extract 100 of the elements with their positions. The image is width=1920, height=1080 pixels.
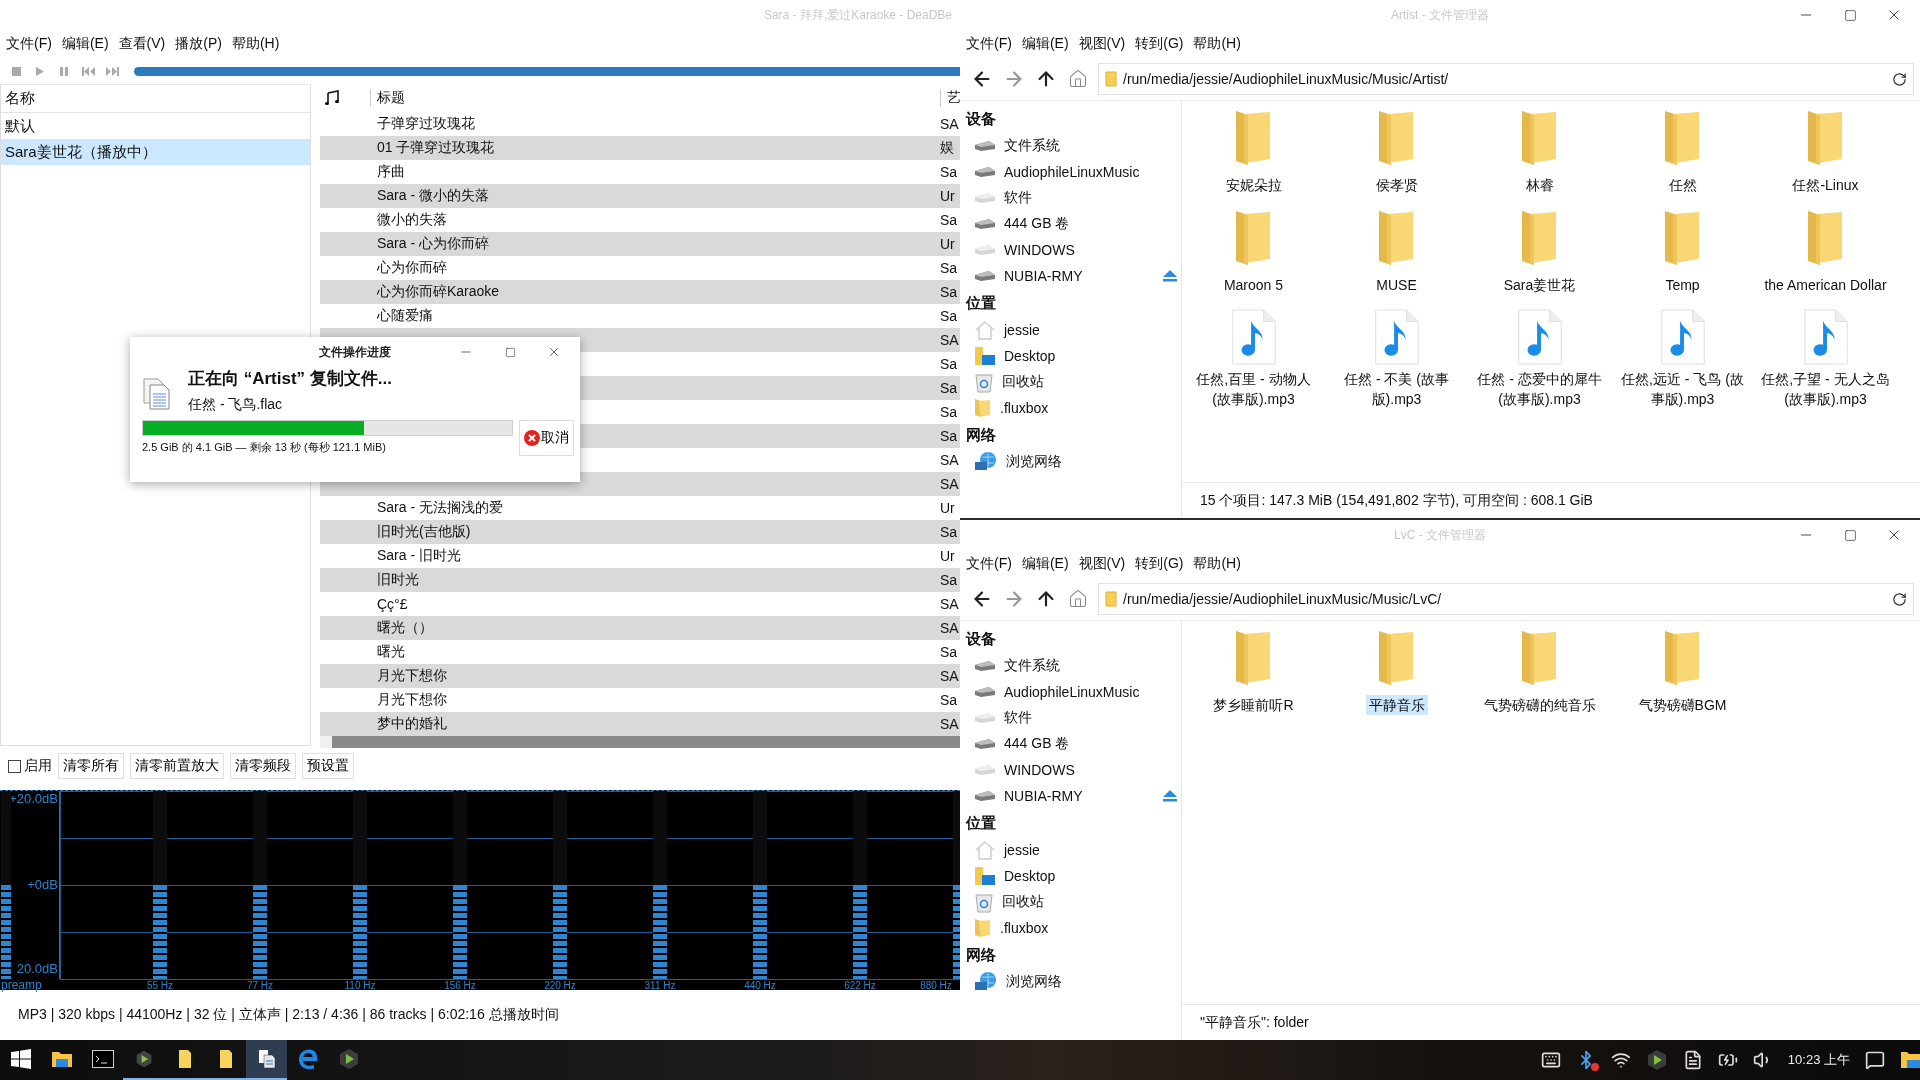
menu-item[interactable]: 文件(F) — [966, 35, 1012, 53]
browser-icon[interactable] — [296, 1048, 319, 1070]
eq-button[interactable]: 清零所有 — [58, 753, 124, 779]
file-name[interactable]: 安妮朵拉 — [1222, 175, 1285, 195]
maximize-icon[interactable] — [504, 346, 516, 358]
menu-item[interactable]: 编辑(E) — [1021, 555, 1069, 573]
maximize-icon[interactable] — [1843, 528, 1857, 542]
documents-icon[interactable] — [257, 1049, 276, 1069]
file-name[interactable]: 任然 - 恋爱中的犀牛 (故事版).mp3 — [1469, 369, 1610, 409]
eq-slider-fill[interactable] — [1, 885, 11, 979]
sidebar-item[interactable]: 回收站 — [966, 369, 1181, 395]
play-icon[interactable] — [337, 1048, 360, 1070]
eject-icon[interactable] — [1163, 270, 1177, 282]
address-field[interactable]: /run/media/jessie/AudiophileLinuxMusic/Music/LvC/ — [1098, 583, 1914, 615]
taskbar-app[interactable] — [246, 1040, 287, 1080]
sidebar-item[interactable]: jessie — [966, 837, 1181, 863]
sidebar-item[interactable]: 回收站 — [966, 889, 1181, 915]
file-name[interactable]: 林睿 — [1522, 175, 1557, 195]
file-name[interactable]: Sara姜世花 — [1500, 275, 1579, 295]
menu-item[interactable]: 编辑(E) — [61, 35, 109, 53]
eq-slider-fill[interactable] — [453, 885, 467, 979]
file-name[interactable]: 气势磅礴BGM — [1635, 695, 1730, 715]
play-icon[interactable] — [134, 1050, 153, 1068]
file-name[interactable]: Maroon 5 — [1220, 275, 1287, 295]
menu-item[interactable]: 播放(P) — [175, 35, 222, 53]
playlist-item[interactable]: 默认 — [1, 113, 310, 139]
clock[interactable]: 10:23 上午 — [1787, 1051, 1850, 1069]
audio-file-icon[interactable] — [1659, 309, 1706, 365]
sidebar-item[interactable]: NUBIA-RMY — [966, 783, 1181, 809]
eq-slider-track[interactable] — [853, 791, 867, 979]
file-name[interactable]: 任然,远近 - 飞鸟 (故事版).mp3 — [1612, 369, 1753, 409]
sidebar-item[interactable]: 444 GB 卷 — [966, 731, 1181, 757]
sidebar-item[interactable]: WINDOWS — [966, 237, 1181, 263]
menu-item[interactable]: 查看(V) — [118, 35, 166, 53]
file-name[interactable]: MUSE — [1373, 275, 1420, 295]
sidebar-item[interactable]: Desktop — [966, 343, 1181, 369]
sidebar-item[interactable]: AudiophileLinuxMusic — [966, 679, 1181, 705]
eq-slider-fill[interactable] — [353, 885, 367, 979]
eq-slider-track[interactable] — [253, 791, 267, 979]
eq-slider-fill[interactable] — [753, 885, 767, 979]
eq-button[interactable]: 预设置 — [302, 753, 354, 779]
sidebar-item[interactable]: 浏览网络 — [966, 969, 1181, 995]
audio-file-icon[interactable] — [1373, 309, 1420, 365]
file-name[interactable]: 任然,百里 - 动物人 (故事版).mp3 — [1183, 369, 1324, 409]
menu-item[interactable]: 帮助(H) — [1193, 555, 1241, 573]
eq-slider-fill[interactable] — [653, 885, 667, 979]
start-icon[interactable] — [10, 1049, 31, 1069]
file-name[interactable]: 任然 — [1665, 175, 1700, 195]
sidebar-item[interactable]: 软件 — [966, 705, 1181, 731]
file-name[interactable]: Temp — [1662, 275, 1703, 295]
sidebar-item[interactable]: WINDOWS — [966, 757, 1181, 783]
eq-slider-fill[interactable] — [553, 885, 567, 979]
folder-icon[interactable] — [50, 1049, 73, 1069]
terminal-icon[interactable] — [91, 1050, 114, 1068]
audio-file-icon[interactable] — [1230, 309, 1277, 365]
eq-slider-track[interactable] — [553, 791, 567, 979]
eq-button[interactable]: 清零频段 — [230, 753, 296, 779]
menu-item[interactable]: 帮助(H) — [1193, 35, 1241, 53]
menu-item[interactable]: 编辑(E) — [1021, 35, 1069, 53]
file-icon[interactable] — [218, 1049, 233, 1069]
refresh-icon[interactable] — [1892, 71, 1907, 87]
eq-slider-track[interactable] — [453, 791, 467, 979]
audio-file-icon[interactable] — [1516, 309, 1563, 365]
eq-slider-track[interactable] — [353, 791, 367, 979]
eq-slider-track[interactable] — [1, 791, 11, 979]
notification-icon[interactable] — [1865, 1050, 1885, 1070]
file-name[interactable]: 任然-Linux — [1789, 175, 1862, 195]
sidebar-item[interactable]: .fluxbox — [966, 395, 1181, 421]
menu-item[interactable]: 视图(V) — [1078, 35, 1126, 53]
playlist-item[interactable]: Sara姜世花（播放中） — [1, 139, 310, 165]
file-name[interactable]: the American Dollar — [1761, 275, 1890, 295]
eq-slider-fill[interactable] — [853, 885, 867, 979]
eq-slider-fill[interactable] — [253, 885, 267, 979]
close-icon[interactable] — [547, 345, 561, 359]
file-name[interactable]: 任然 - 不美 (故事版).mp3 — [1326, 369, 1467, 409]
home-icon[interactable] — [1068, 69, 1088, 89]
sidebar-item[interactable]: NUBIA-RMY — [966, 263, 1181, 289]
sidebar-item[interactable]: .fluxbox — [966, 915, 1181, 941]
sidebar-item[interactable]: 浏览网络 — [966, 449, 1181, 475]
sidebar-item[interactable]: Desktop — [966, 863, 1181, 889]
wifi-icon[interactable] — [1610, 1050, 1631, 1070]
menu-item[interactable]: 转到(G) — [1135, 555, 1184, 573]
menu-item[interactable]: 帮助(H) — [231, 35, 280, 53]
cancel-icon[interactable] — [524, 430, 540, 446]
eq-slider-track[interactable] — [653, 791, 667, 979]
eq-slider-track[interactable] — [753, 791, 767, 979]
sidebar-item[interactable]: AudiophileLinuxMusic — [966, 159, 1181, 185]
play-icon[interactable] — [1645, 1049, 1668, 1071]
file-name[interactable]: 梦乡睡前听R — [1210, 695, 1297, 715]
file-icon[interactable] — [177, 1049, 192, 1069]
address-field[interactable]: /run/media/jessie/AudiophileLinuxMusic/Music/Artist/ — [1098, 63, 1914, 95]
folder-icon[interactable] — [1900, 1050, 1920, 1070]
audio-file-icon[interactable] — [1802, 309, 1849, 365]
horizontal-scrollbar[interactable] — [320, 736, 960, 748]
seek-bar[interactable] — [134, 66, 960, 76]
sidebar-item[interactable]: 444 GB 卷 — [966, 211, 1181, 237]
file-name[interactable]: 任然,子望 - 无人之岛 (故事版).mp3 — [1755, 369, 1896, 409]
enable-checkbox[interactable] — [8, 759, 21, 773]
column-header[interactable]: 标题 — [370, 89, 940, 107]
eject-icon[interactable] — [1163, 790, 1177, 802]
